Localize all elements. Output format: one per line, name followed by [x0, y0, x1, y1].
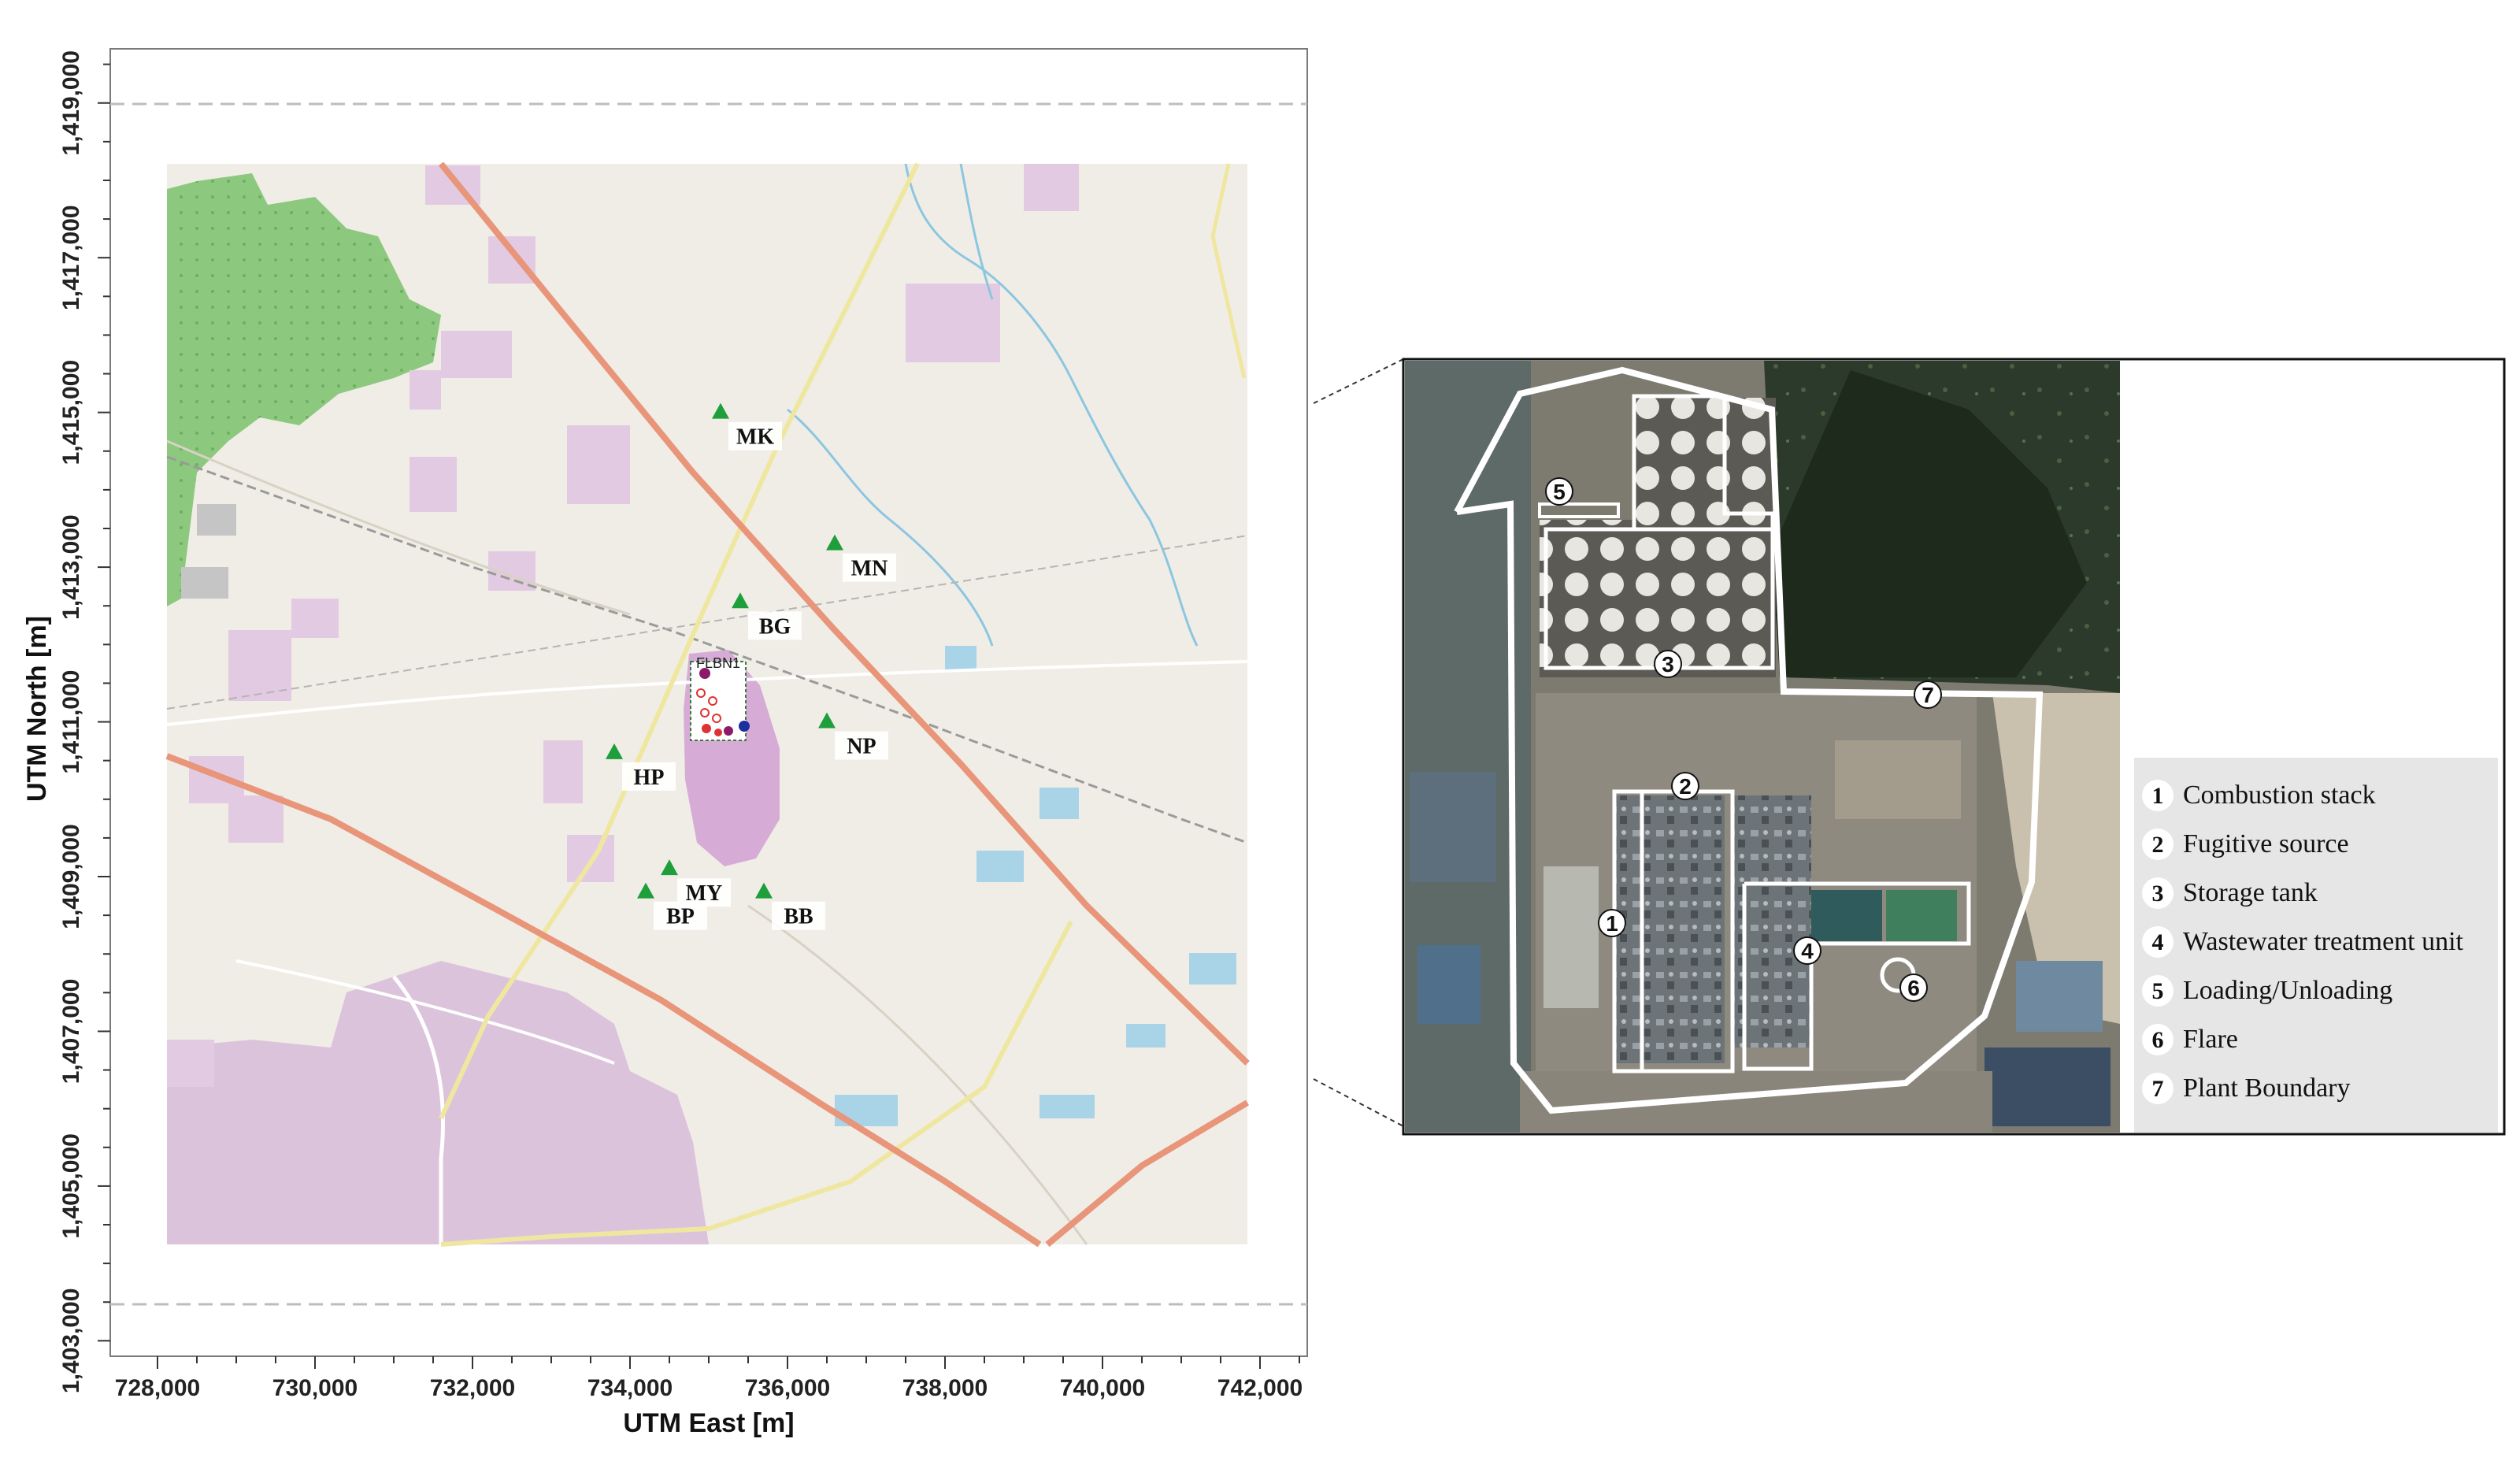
satellite-image: [1405, 361, 2120, 1133]
y-tick-label: 1,411,000: [58, 670, 84, 774]
y-tick-label: 1,417,000: [58, 205, 84, 310]
source-cluster: FLBN1: [690, 655, 750, 741]
station-label: HP: [634, 766, 665, 790]
station-label: NP: [847, 735, 876, 759]
zoom-connector-bottom: [1313, 1078, 1404, 1127]
x-tick-label: 734,000: [587, 1375, 673, 1401]
svg-text:3: 3: [2152, 881, 2164, 907]
svg-text:2: 2: [2152, 832, 2164, 858]
station-label: BB: [784, 905, 813, 929]
zone-marker-6: 6: [1899, 973, 1928, 1002]
zoom-connector-top: [1313, 358, 1404, 404]
legend-label: Fugitive source: [2183, 829, 2349, 858]
legend-label: Loading/Unloading: [2183, 976, 2392, 1005]
plant-inset: 1 2 3 4 5 6 7 1 Combustion stack 2 Fugitive sourc…: [1402, 358, 2506, 1136]
legend-label: Storage tank: [2183, 878, 2318, 907]
x-tick-label: 730,000: [272, 1375, 358, 1401]
zone-marker-1: 1: [1598, 909, 1626, 937]
svg-text:7: 7: [1922, 683, 1934, 707]
zone-marker-2: 2: [1671, 772, 1699, 800]
legend-label: Flare: [2183, 1025, 2238, 1054]
svg-text:5: 5: [2152, 978, 2164, 1004]
svg-text:5: 5: [1553, 480, 1566, 504]
y-tick-label: 1,419,000: [58, 50, 84, 155]
zone-marker-7: 7: [1914, 680, 1942, 709]
x-tick-label: 736,000: [745, 1375, 830, 1401]
svg-text:7: 7: [2152, 1076, 2164, 1102]
legend-item: 3 Storage tank: [2142, 877, 2318, 909]
zone-marker-4: 4: [1793, 936, 1821, 965]
figure-canvas: FLBN1 MKMNBGHPNPMYBP BB 728,000 730,000 732…: [22, 48, 2506, 1438]
zone-marker-3: 3: [1654, 650, 1682, 678]
y-axis-title: UTM North [m]: [22, 616, 52, 802]
y-tick-label: 1,407,000: [58, 979, 84, 1084]
legend-label: Wastewater treatment unit: [2183, 927, 2464, 956]
y-axis: 1,419,000 1,417,000 1,415,000 1,413,000 1,41…: [58, 50, 110, 1393]
x-axis-title: UTM East [m]: [623, 1408, 794, 1438]
y-tick-label: 1,403,000: [58, 1289, 84, 1393]
svg-text:4: 4: [1801, 939, 1814, 963]
x-tick-label: 738,000: [902, 1375, 988, 1401]
y-tick-label: 1,409,000: [58, 824, 84, 929]
legend-item: 6 Flare: [2142, 1024, 2238, 1055]
svg-text:1: 1: [2152, 783, 2164, 809]
y-tick-label: 1,405,000: [58, 1133, 84, 1238]
legend-label: Combustion stack: [2183, 781, 2376, 810]
station-label: BP: [666, 905, 695, 929]
map-figure: FLBN1 MKMNBGHPNPMYBP BB 728,000 730,000 732…: [22, 48, 1308, 1438]
svg-text:3: 3: [1662, 652, 1674, 677]
x-axis: 728,000 730,000 732,000 734,000 736,000 738,0…: [115, 1356, 1303, 1401]
legend-item: 4 Wastewater treatment unit: [2142, 926, 2464, 958]
y-tick-label: 1,413,000: [58, 514, 84, 619]
x-tick-label: 732,000: [430, 1375, 515, 1401]
station-label: BG: [759, 614, 791, 639]
svg-text:2: 2: [1679, 774, 1692, 799]
y-tick-label: 1,415,000: [58, 360, 84, 465]
station-label: MK: [736, 425, 774, 450]
svg-text:6: 6: [1907, 976, 1920, 1000]
svg-text:6: 6: [2152, 1027, 2164, 1053]
svg-text:4: 4: [2152, 929, 2164, 955]
x-tick-label: 740,000: [1060, 1375, 1145, 1401]
x-tick-label: 742,000: [1217, 1375, 1303, 1401]
zone-legend: 1 Combustion stack 2 Fugitive source 3 Storag…: [2134, 758, 2498, 1133]
svg-text:1: 1: [1606, 911, 1618, 936]
x-tick-label: 728,000: [115, 1375, 200, 1401]
station-label: MN: [851, 557, 888, 581]
zone-marker-5: 5: [1545, 477, 1573, 506]
legend-label: Plant Boundary: [2183, 1074, 2350, 1103]
